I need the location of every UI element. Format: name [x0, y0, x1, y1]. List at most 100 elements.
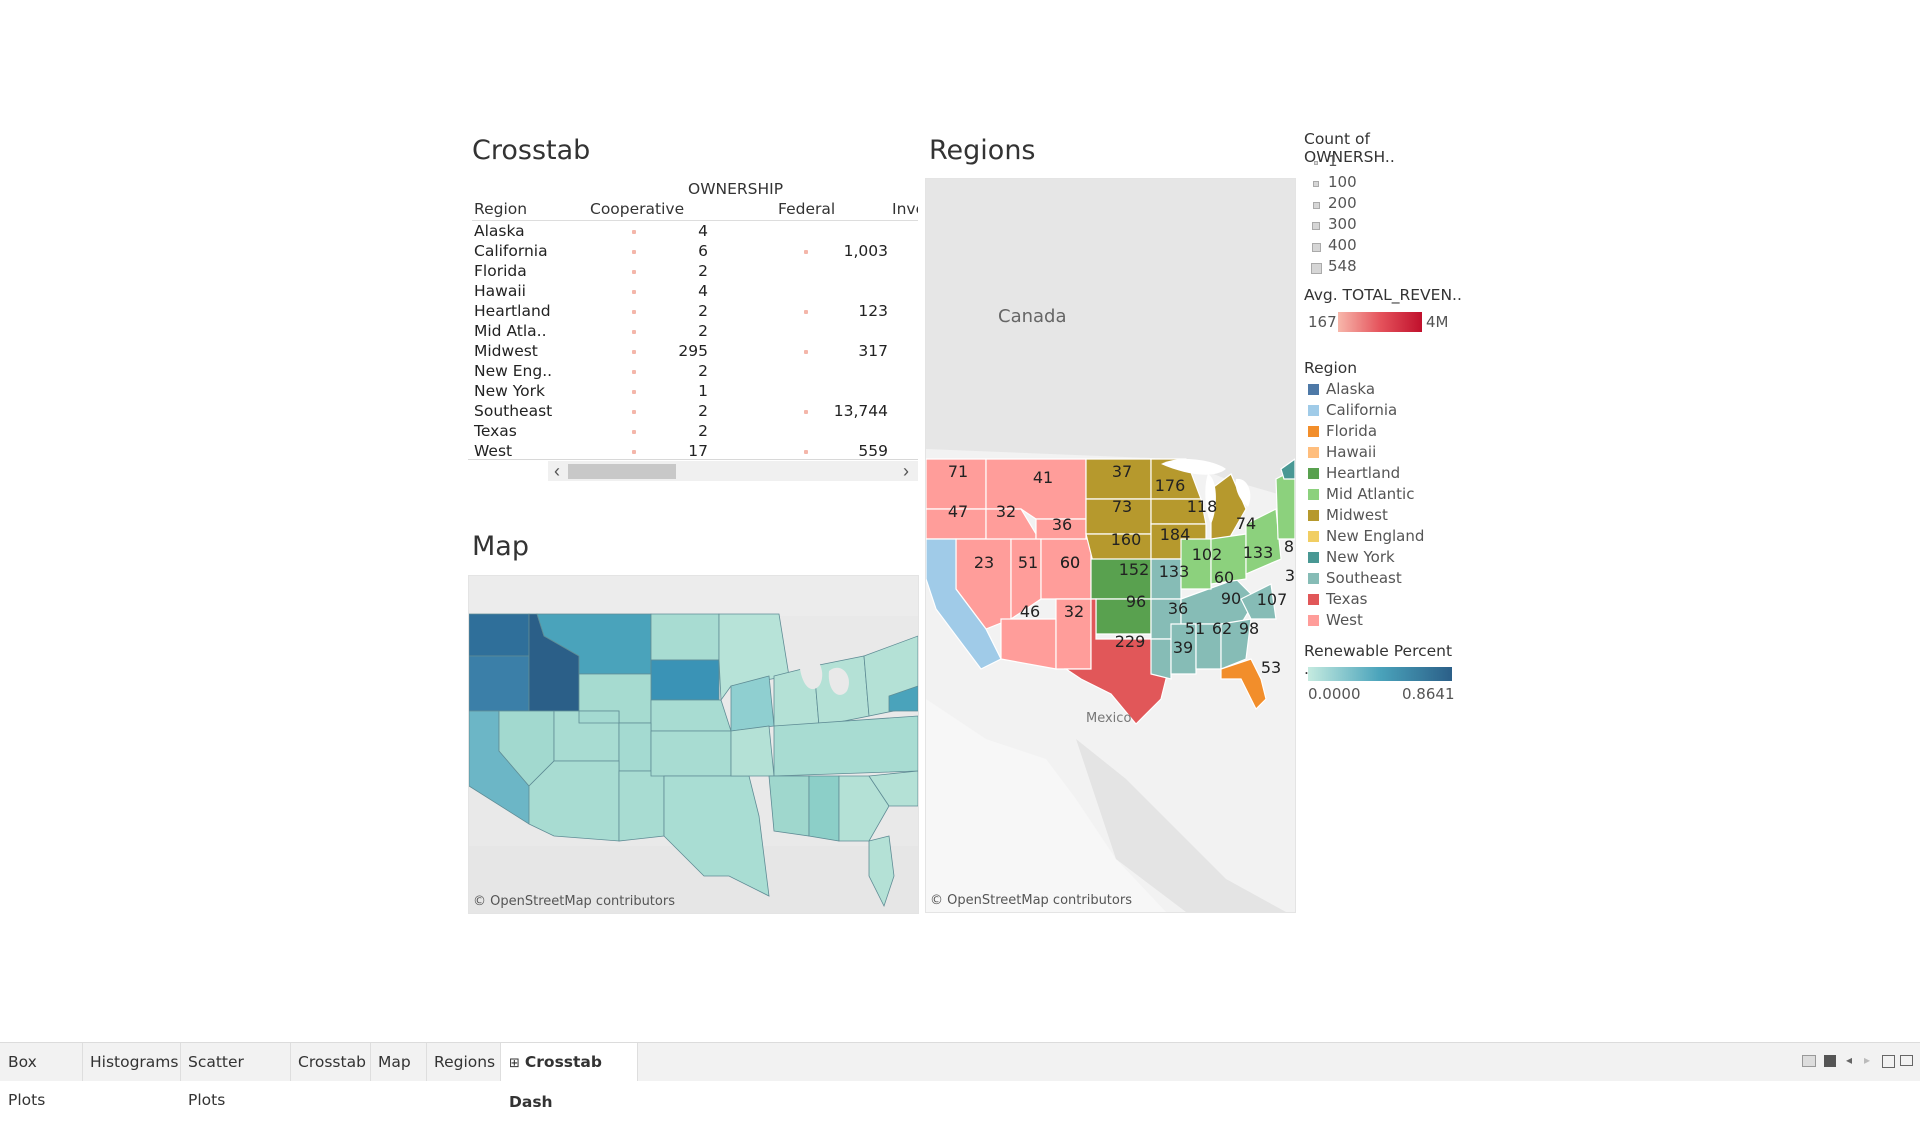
crosstab-bottom-divider: [468, 459, 918, 460]
cooperative-mark: [632, 390, 636, 394]
table-row: Texas 2: [468, 422, 918, 442]
region-cell: California: [474, 242, 548, 260]
federal-value: 1,003: [843, 242, 888, 260]
next-sheet-icon[interactable]: ▸: [1864, 1053, 1870, 1067]
region-legend-item[interactable]: Texas: [1304, 590, 1454, 610]
fill-view-icon[interactable]: [1824, 1055, 1836, 1067]
region-count-label: 96: [1126, 592, 1146, 611]
regions-title: Regions: [929, 135, 1036, 166]
region-legend-item[interactable]: Alaska: [1304, 380, 1454, 400]
tab-scatter-plots[interactable]: Scatter Plots: [180, 1043, 291, 1109]
region-cell: New Eng..: [474, 362, 553, 380]
tab-label: Scatter Plots: [188, 1053, 244, 1109]
cooperative-value: 2: [698, 322, 708, 340]
tab-label: Crosstab: [298, 1053, 366, 1071]
region-count-label: 41: [1033, 468, 1053, 487]
revenue-max-label: 4M: [1426, 313, 1449, 331]
region-legend-label: Southeast: [1326, 569, 1402, 587]
tab-label: Crosstab Dash: [509, 1053, 602, 1111]
cooperative-value: 2: [698, 402, 708, 420]
region-count-label: 46: [1020, 602, 1040, 621]
region-count-label: 74: [1236, 514, 1256, 533]
region-count-label: 133: [1243, 543, 1274, 562]
region-legend-item[interactable]: West: [1304, 611, 1454, 631]
region-count-label: 60: [1214, 568, 1234, 587]
region-legend-item[interactable]: Heartland: [1304, 464, 1454, 484]
region-cell: Florida: [474, 262, 527, 280]
count-legend-item: 300: [1304, 215, 1454, 235]
region-cell: Alaska: [474, 222, 525, 240]
region-legend-item[interactable]: New York: [1304, 548, 1454, 568]
sheet-tab-bar: Box Plots Histograms Scatter Plots Crosstab…: [0, 1042, 1920, 1111]
table-row: Florida 2: [468, 262, 918, 282]
investor-column-header: Inve: [892, 200, 918, 218]
federal-value: 13,744: [833, 402, 888, 420]
count-size-marker: [1311, 242, 1321, 252]
cooperative-value: 295: [678, 342, 708, 360]
count-size-marker: [1310, 262, 1322, 274]
cooperative-value: 4: [698, 282, 708, 300]
revenue-legend-title: Avg. TOTAL_REVEN..: [1304, 286, 1462, 304]
cooperative-column-header: Cooperative: [590, 200, 685, 218]
region-legend-item[interactable]: California: [1304, 401, 1454, 421]
fullscreen-icon[interactable]: [1882, 1055, 1895, 1068]
crosstab-title: Crosstab: [472, 135, 591, 166]
region-color-swatch: [1308, 594, 1319, 605]
scroll-left-icon[interactable]: ‹: [554, 461, 560, 482]
presentation-icon[interactable]: [1900, 1055, 1913, 1066]
tab-map[interactable]: Map: [370, 1043, 427, 1081]
region-legend-item[interactable]: Southeast: [1304, 569, 1454, 589]
cooperative-value: 2: [698, 262, 708, 280]
prev-sheet-icon[interactable]: ◂: [1846, 1053, 1852, 1067]
legends-panel: Count of OWNERSH.. 1 100 200 300 400 548 Avg.…: [1304, 130, 1464, 710]
cooperative-mark: [632, 250, 636, 254]
region-count-label: 229: [1115, 632, 1146, 651]
regions-attribution: © OpenStreetMap contributors: [930, 893, 1132, 908]
region-count-label: 60: [1060, 553, 1080, 572]
count-size-marker: [1314, 161, 1318, 165]
federal-value: 559: [858, 442, 888, 460]
map-attribution: © OpenStreetMap contributors: [473, 894, 675, 909]
header-divider: [472, 220, 918, 221]
region-legend-item[interactable]: Hawaii: [1304, 443, 1454, 463]
cooperative-value: 6: [698, 242, 708, 260]
region-legend-item[interactable]: Midwest: [1304, 506, 1454, 526]
count-legend-label: 300: [1328, 215, 1357, 233]
region-count-label: 62: [1212, 619, 1232, 638]
scrollbar-thumb[interactable]: [568, 464, 676, 479]
region-count-label: 36: [1052, 515, 1072, 534]
regions-map[interactable]: 71 41 37 176 47 32 73 118 74 36 160 184 102 133 23 51 60…: [925, 178, 1296, 913]
region-legend-item[interactable]: Florida: [1304, 422, 1454, 442]
horizontal-scrollbar[interactable]: ‹ ›: [548, 461, 918, 481]
crosstab-panel[interactable]: OWNERSHIP Region Cooperative Federal Inv…: [468, 178, 918, 484]
tab-regions[interactable]: Regions: [426, 1043, 501, 1081]
count-legend-label: 400: [1328, 236, 1357, 254]
grid-view-icon[interactable]: [1802, 1055, 1816, 1067]
region-legend-label: New York: [1326, 548, 1395, 566]
region-count-label: 184: [1160, 525, 1191, 544]
region-count-label: 36: [1168, 599, 1188, 618]
region-legend-label: Florida: [1326, 422, 1378, 440]
tab-box-plots[interactable]: Box Plots: [0, 1043, 83, 1109]
count-legend-label: 100: [1328, 173, 1357, 191]
tab-label: Box Plots: [8, 1053, 46, 1109]
federal-value: 317: [858, 342, 888, 360]
renewable-gradient-bar: [1308, 667, 1452, 681]
table-row: New Eng.. 2: [468, 362, 918, 382]
tab-crosstab-dash[interactable]: ⊞ Crosstab Dash: [500, 1043, 638, 1111]
tab-histograms[interactable]: Histograms: [82, 1043, 181, 1081]
renewable-map[interactable]: © OpenStreetMap contributors: [468, 575, 919, 914]
region-legend-label: Midwest: [1326, 506, 1388, 524]
scroll-right-icon[interactable]: ›: [903, 461, 909, 482]
revenue-gradient-bar: [1338, 312, 1422, 332]
cooperative-mark: [632, 330, 636, 334]
region-legend-item[interactable]: Mid Atlantic: [1304, 485, 1454, 505]
region-count-label: 107: [1257, 590, 1288, 609]
region-legend-item[interactable]: New England: [1304, 527, 1454, 547]
tab-crosstab[interactable]: Crosstab: [290, 1043, 371, 1081]
table-row: New York 1: [468, 382, 918, 402]
region-color-swatch: [1308, 447, 1319, 458]
region-count-label: 73: [1112, 497, 1132, 516]
count-legend-label: 548: [1328, 257, 1357, 275]
cooperative-mark: [632, 450, 636, 454]
